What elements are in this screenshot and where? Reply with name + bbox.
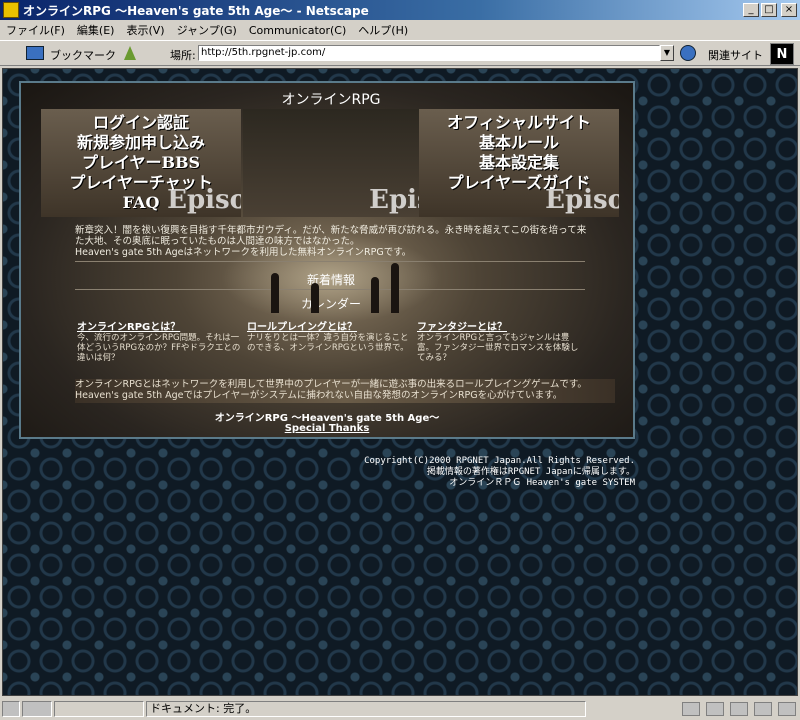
qa-title[interactable]: オンラインRPGとは？ [77,323,243,333]
qa-title[interactable]: ファンタジーとは？ [417,323,583,333]
qa-fantasy: ファンタジーとは？ オンラインRPGと言ってもジャンルは豊富。ファンタジー世界で… [417,323,583,365]
netscape-app-icon[interactable] [3,2,19,18]
component-bar [676,702,796,716]
summary-line-2: Heaven's gate 5th Ageではプレイヤーがシステムに捕われない自… [75,390,563,401]
window-title: オンラインRPG 〜Heaven's gate 5th Age〜 - Netsc… [23,3,369,18]
location-label: 場所: [170,49,196,62]
intro-text: 新章突入！闇を祓い復興を目指す千年都市ガウディ。だが、新たな脅威が再び訪れる。永… [75,225,615,258]
footer-title: オンラインRPG 〜Heaven's gate 5th Age〜 [214,413,440,424]
address-book-icon[interactable] [754,702,772,716]
center-banner: Episo [243,109,443,217]
summary-line-1: オンラインRPGとはネットワークを利用して世界中のプレイヤーが一緒に遊ぶ事の出来… [75,379,587,390]
content-panel: ログイン認証 新規参加申し込み プレイヤーBBS プレイヤーチャット FAQ E… [19,81,635,439]
qa-text: オンラインRPGと言ってもジャンルは豊富。ファンタジー世界でロマンスを体験してみ… [417,333,579,363]
qa-online-rpg: オンラインRPGとは？ 今、流行のオンラインRPG問題。それは一体どういうRPG… [77,323,243,365]
menu-communicator[interactable]: Communicator(C) [243,24,352,37]
qa-text: ナリをりとは一体？違う自分を演じることのできる、オンラインRPGという世界で。 [247,333,409,353]
location-toolbar: ブックマーク 場所: http://5th.rpgnet-jp.com/ ▼ 関… [0,40,800,66]
copyright-line-3: オンラインＲＰＧ Heaven's gate SYSTEM [449,478,635,488]
bookmark-icon[interactable] [26,46,44,60]
page-viewport[interactable]: ログイン認証 新規参加申し込み プレイヤーBBS プレイヤーチャット FAQ E… [2,68,798,696]
status-text: ドキュメント: 完了。 [146,701,586,717]
title-bar: オンラインRPG 〜Heaven's gate 5th Age〜 - Netsc… [0,0,800,20]
menu-file[interactable]: ファイル(F) [0,22,71,38]
mail-icon[interactable] [706,702,724,716]
related-sites-icon[interactable] [680,45,696,61]
intro-line-1: 新章突入！闇を祓い復興を目指す千年都市ガウディ。だが、新たな脅威が再び訪れる。永… [75,225,587,236]
connection-icon [22,701,52,717]
summary-text: オンラインRPGとはネットワークを利用して世界中のプレイヤーが一緒に遊ぶ事の出来… [75,379,615,403]
qa-title[interactable]: ロールプレイングとは？ [247,323,413,333]
url-input[interactable]: http://5th.rpgnet-jp.com/ [198,45,660,61]
menu-view[interactable]: 表示(V) [120,22,170,38]
special-thanks-link[interactable]: Special Thanks [21,423,633,434]
menu-edit[interactable]: 編集(E) [71,22,121,38]
site-heading: オンラインRPG [281,92,381,108]
menu-go[interactable]: ジャンプ(G) [171,22,243,38]
character-silhouettes [251,255,411,313]
link-basic-rules[interactable]: 基本ルール [419,133,619,153]
link-login[interactable]: ログイン認証 [41,113,241,133]
netscape-logo[interactable]: N [770,43,794,65]
copyright-line-2: 掲載情報の著作権はRPGNET Japanに帰属します。 [426,467,635,477]
left-nav-column: ログイン認証 新規参加申し込み プレイヤーBBS プレイヤーチャット FAQ E… [41,109,241,217]
episode-watermark-left: Episo [167,185,241,215]
link-settings[interactable]: 基本設定集 [419,153,619,173]
bookmarks-button[interactable]: ブックマーク [50,47,116,63]
navigator-icon[interactable] [682,702,700,716]
security-lock-icon[interactable] [2,701,20,717]
link-official-site[interactable]: オフィシャルサイト [419,113,619,133]
url-dropdown-button[interactable]: ▼ [660,45,674,61]
composer-icon[interactable] [778,702,796,716]
maximize-button[interactable]: □ [761,3,777,17]
menu-bar: ファイル(F) 編集(E) 表示(V) ジャンプ(G) Communicator… [0,21,800,39]
copyright-notice: Copyright(C)2000 RPGNET Japan.All Rights… [303,456,635,489]
menu-help[interactable]: ヘルプ(H) [352,22,414,38]
episode-watermark-right: Episo [545,185,619,215]
related-sites-button[interactable]: 関連サイト [708,47,763,63]
page-proxy-icon[interactable] [124,46,136,60]
link-register[interactable]: 新規参加申し込み [41,133,241,153]
right-nav-column: オフィシャルサイト 基本ルール 基本設定集 プレイヤーズガイド Episo [419,109,619,217]
qa-role-playing: ロールプレイングとは？ ナリをりとは一体？違う自分を演じることのできる、オンライ… [247,323,413,365]
progress-field [54,701,144,717]
qa-text: 今、流行のオンラインRPG問題。それは一体どういうRPGなのか？FFやドラクエと… [77,333,241,363]
newsgroups-icon[interactable] [730,702,748,716]
close-button[interactable]: × [781,3,797,17]
intro-line-2: た大地、その奥底に眠っていたものは人間達の味方ではなかった。 [75,236,360,247]
minimize-button[interactable]: _ [743,3,759,17]
status-bar: ドキュメント: 完了。 [0,698,800,720]
copyright-line-1: Copyright(C)2000 RPGNET Japan.All Rights… [364,456,635,466]
link-player-bbs[interactable]: プレイヤーBBS [41,153,241,173]
